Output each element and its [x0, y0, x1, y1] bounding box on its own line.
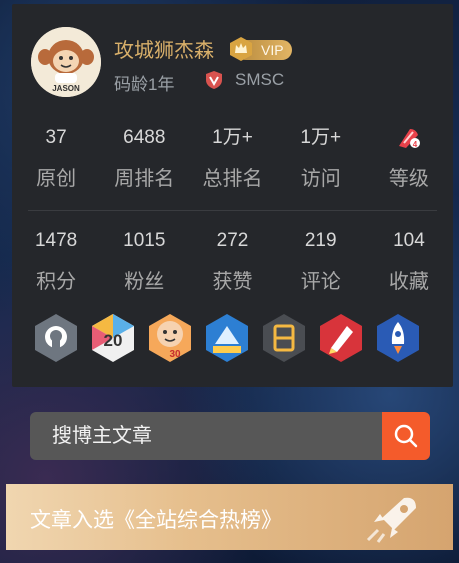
stat-likes[interactable]: 272 获赞 [188, 229, 276, 294]
stat-points[interactable]: 1478 积分 [12, 229, 100, 294]
svg-text:30: 30 [169, 349, 181, 360]
stat-original[interactable]: 37 原创 [12, 126, 100, 191]
vip-badge[interactable]: VIP [228, 36, 294, 62]
divider [28, 210, 437, 211]
stat-level[interactable]: 4 等级 [365, 126, 453, 191]
stat-comments[interactable]: 219 评论 [277, 229, 365, 294]
search-icon [394, 424, 418, 448]
blue-community-badge-icon[interactable] [203, 312, 251, 364]
blog-search: 搜博主文章 [30, 412, 430, 460]
stats-row-primary: 37 原创 6488 周排名 1万+ 总排名 1万+ 访问 4 等级 [12, 126, 453, 191]
stat-fans[interactable]: 1015 粉丝 [100, 229, 188, 294]
stat-week-rank[interactable]: 6488 周排名 [100, 126, 188, 191]
search-button[interactable] [382, 412, 430, 460]
crown-icon [230, 37, 252, 61]
username[interactable]: 攻城狮杰森 [114, 34, 214, 63]
stat-favorites[interactable]: 104 收藏 [365, 229, 453, 294]
github-badge-icon[interactable] [32, 312, 80, 364]
rocket-badge-icon[interactable] [374, 312, 422, 364]
stat-visits[interactable]: 1万+ 访问 [277, 126, 365, 191]
heng-badge-icon[interactable] [260, 312, 308, 364]
20-days-badge-icon[interactable]: 20 [89, 312, 137, 364]
rocket-icon [366, 497, 416, 543]
search-input[interactable]: 搜博主文章 [30, 412, 382, 460]
svg-text:20: 20 [104, 331, 123, 350]
level-4-icon: 4 [398, 129, 420, 149]
hot-list-banner[interactable]: 文章入选《全站综合热榜》 [6, 484, 453, 550]
org-name[interactable]: SMSC [235, 70, 284, 90]
coding-years: 码龄1年 [114, 75, 175, 94]
30-days-monkey-badge-icon[interactable]: 30 [146, 312, 194, 364]
banner-text: 文章入选《全站综合热榜》 [30, 509, 282, 532]
stats-row-secondary: 1478 积分 1015 粉丝 272 获赞 219 评论 104 收藏 [12, 229, 453, 294]
badge-list: 20 30 [12, 312, 453, 364]
svg-text:4: 4 [413, 140, 418, 149]
pen-badge-icon[interactable] [317, 312, 365, 364]
stat-total-rank[interactable]: 1万+ 总排名 [188, 126, 276, 191]
org-shield-icon [206, 71, 222, 89]
profile-card: JASON 攻城狮杰森 VIP 码龄1年 SMSC 37 原创 6488 周排名… [12, 4, 453, 387]
svg-text:JASON: JASON [52, 84, 80, 93]
avatar[interactable]: JASON [31, 27, 101, 97]
